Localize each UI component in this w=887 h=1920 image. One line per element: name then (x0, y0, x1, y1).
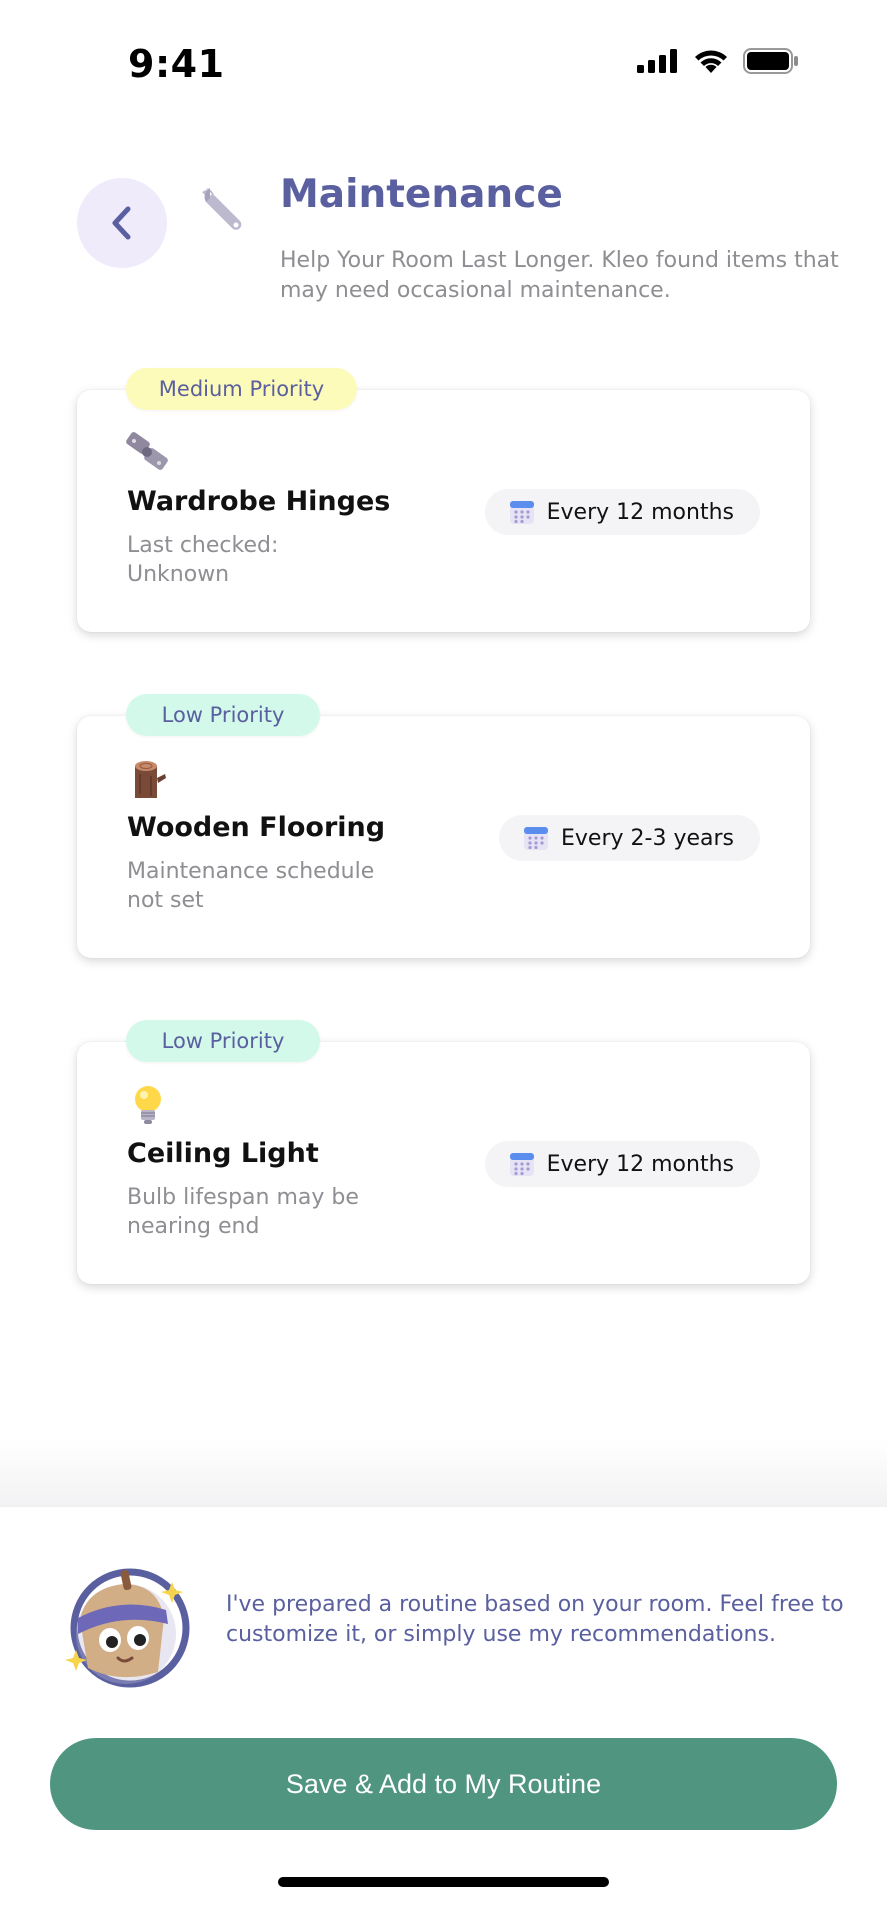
mascot-message: I've prepared a routine based on your ro… (226, 1592, 844, 1647)
calendar-icon (509, 1153, 534, 1176)
item-description: Last checked: Unknown (127, 533, 279, 587)
battery-icon (743, 48, 798, 74)
priority-badge-low: Low Priority (126, 1020, 320, 1062)
chevron-left-icon (112, 206, 131, 240)
wifi-icon (695, 50, 727, 73)
wood-log-icon (135, 761, 166, 798)
maintenance-card-ceiling-light[interactable]: Ceiling Light Bulb lifespan may be neari… (77, 1042, 810, 1284)
calendar-icon (509, 501, 534, 524)
item-name: Wooden Flooring (127, 812, 386, 843)
page-subtitle: Help Your Room Last Longer. Kleo found i… (280, 248, 839, 303)
item-name: Ceiling Light (127, 1138, 319, 1169)
schedule-pill[interactable]: Every 12 months (484, 1141, 760, 1187)
priority-badge-low: Low Priority (126, 694, 320, 736)
back-button[interactable] (77, 178, 167, 268)
page-title: Maintenance (280, 172, 563, 217)
status-time: 9:41 (128, 42, 225, 86)
schedule-pill[interactable]: Every 12 months (484, 489, 760, 535)
home-indicator[interactable] (278, 1877, 609, 1887)
schedule-label: Every 12 months (546, 499, 734, 525)
bottom-fade (0, 1440, 887, 1510)
hinge-icon (126, 432, 168, 470)
wrench-icon (202, 188, 242, 230)
status-icons (637, 48, 799, 74)
mascot-avatar (65, 1568, 190, 1688)
priority-badge-medium: Medium Priority (126, 368, 357, 410)
save-add-to-routine-button[interactable]: Save & Add to My Routine (50, 1738, 837, 1830)
signal-icon (637, 49, 677, 73)
item-name: Wardrobe Hinges (127, 486, 391, 517)
item-description: Bulb lifespan may be nearing end (127, 1185, 359, 1239)
schedule-label: Every 2-3 years (561, 825, 734, 851)
calendar-icon (524, 827, 549, 850)
maintenance-card-wooden-flooring[interactable]: Wooden Flooring Maintenance schedule not… (77, 716, 810, 958)
maintenance-card-wardrobe-hinges[interactable]: Wardrobe Hinges Last checked: Unknown Ev… (77, 390, 810, 632)
item-description: Maintenance schedule not set (127, 859, 375, 913)
schedule-label: Every 12 months (546, 1151, 734, 1177)
schedule-pill[interactable]: Every 2-3 years (499, 815, 760, 861)
light-bulb-icon (135, 1086, 161, 1124)
